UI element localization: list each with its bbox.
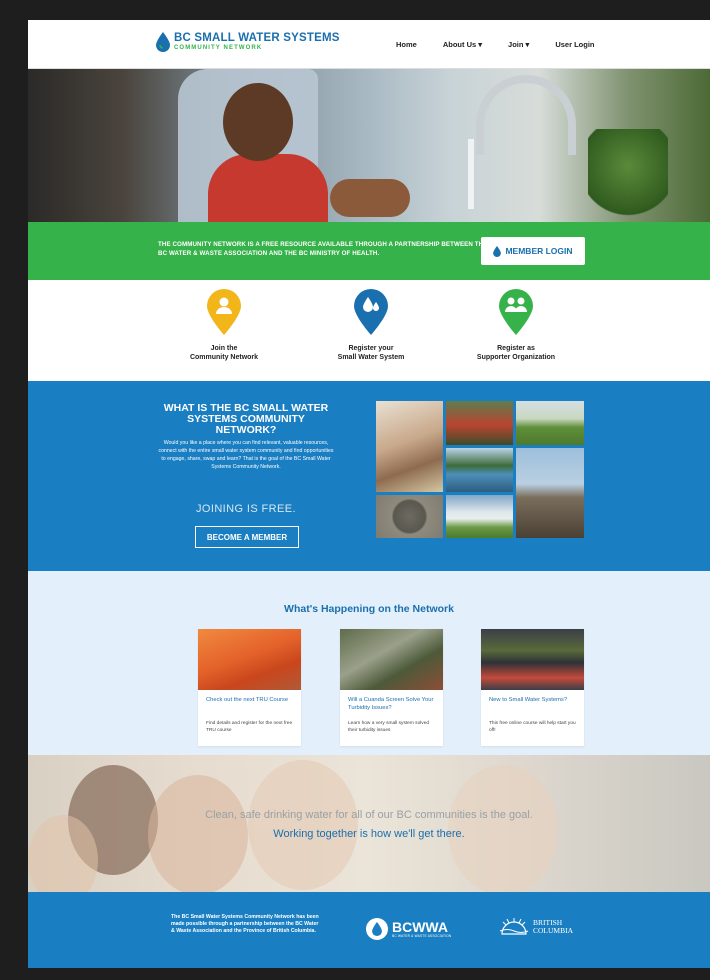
action-icons: Join the Community Network Register your… (28, 280, 710, 381)
news-title: What's Happening on the Network (284, 603, 454, 615)
join-network-link[interactable]: Join the Community Network (164, 288, 284, 362)
member-login-button[interactable]: MEMBER LOGIN (481, 237, 585, 265)
register-supporter-label: Register as Supporter Organization (476, 345, 556, 361)
sun-logo-icon (499, 918, 529, 935)
about-body: Would you like a place where you can fin… (158, 440, 334, 470)
news-card-text: Learn how a very small system solved the… (348, 721, 430, 733)
join-network-label: Join the Community Network (189, 345, 259, 361)
quote-line-1: Clean, safe drinking water for all of ou… (205, 809, 533, 821)
joining-free-text: JOINING IS FREE. (196, 503, 296, 515)
photo-lake (446, 448, 513, 492)
water-drops-icon (354, 289, 388, 335)
nav-links: Home About Us ▾ Join ▾ User Login (396, 40, 620, 49)
hero-image (28, 69, 710, 222)
british-columbia-logo[interactable]: BRITISH COLUMBIA (498, 918, 573, 936)
news-card[interactable]: Check out the next TRU Course Find detai… (198, 629, 301, 746)
top-nav: BC SMALL WATER SYSTEMS COMMUNITY NETWORK… (28, 20, 710, 69)
bcwwa-name: BCWWA (392, 919, 448, 935)
news-card-title[interactable]: Will a Cuanda Screen Solve Your Turbidit… (340, 690, 443, 720)
footer-partnership-text: The BC Small Water Systems Community Net… (171, 914, 319, 934)
footer: The BC Small Water Systems Community Net… (28, 892, 710, 968)
british-columbia-text: BRITISH COLUMBIA (533, 918, 574, 935)
logo-title: BC SMALL WATER SYSTEMS (174, 32, 340, 44)
logo-subtitle: COMMUNITY NETWORK (174, 45, 263, 51)
news-card-image (340, 629, 443, 690)
register-system-label: Register your Small Water System (337, 345, 405, 361)
member-login-label: MEMBER LOGIN (505, 246, 573, 256)
news-card[interactable]: Will a Cuanda Screen Solve Your Turbidit… (340, 629, 443, 746)
news-card-title[interactable]: New to Small Water Systems? (481, 690, 584, 720)
photo-farmland (516, 401, 584, 445)
water-drop-icon (493, 245, 502, 257)
news-card-image (481, 629, 584, 690)
photo-trailer-park (446, 495, 513, 538)
photo-workers (446, 401, 513, 445)
bcwwa-drop-icon (366, 918, 388, 940)
register-supporter-link[interactable]: Register as Supporter Organization (456, 288, 576, 362)
bcwwa-subtitle: BC WATER & WASTE ASSOCIATION (392, 934, 452, 938)
photo-family-kitchen (376, 401, 443, 492)
photo-water-tower (516, 448, 584, 538)
nav-join[interactable]: Join ▾ (508, 40, 529, 49)
quote-banner: Clean, safe drinking water for all of ou… (28, 755, 710, 892)
news-card-text: Find details and register for the next f… (206, 721, 293, 733)
webpage: BC SMALL WATER SYSTEMS COMMUNITY NETWORK… (28, 20, 710, 968)
person-icon (207, 289, 241, 335)
site-logo[interactable]: BC SMALL WATER SYSTEMS COMMUNITY NETWORK (156, 32, 340, 52)
register-system-link[interactable]: Register your Small Water System (311, 288, 431, 362)
photo-collage (376, 401, 584, 538)
water-drop-icon (156, 32, 170, 52)
about-title: WHAT IS THE BC SMALL WATER SYSTEMS COMMU… (163, 402, 329, 436)
photo-manhole (376, 495, 443, 538)
nav-about-us[interactable]: About Us ▾ (443, 40, 482, 49)
bcwwa-logo[interactable]: BCWWA BC WATER & WASTE ASSOCIATION (366, 918, 451, 940)
partnership-text: THE COMMUNITY NETWORK IS A FREE RESOURCE… (158, 241, 488, 257)
partnership-banner: THE COMMUNITY NETWORK IS A FREE RESOURCE… (28, 222, 710, 280)
news-card-text: This free online course will help start … (489, 721, 576, 733)
become-member-button[interactable]: BECOME A MEMBER (195, 526, 299, 548)
news-card-title[interactable]: Check out the next TRU Course (198, 690, 301, 720)
news-section: What's Happening on the Network Check ou… (28, 571, 710, 755)
about-section: WHAT IS THE BC SMALL WATER SYSTEMS COMMU… (28, 381, 710, 571)
news-card-image (198, 629, 301, 690)
nav-user-login[interactable]: User Login (555, 40, 594, 49)
group-icon (499, 289, 533, 335)
news-card[interactable]: New to Small Water Systems? This free on… (481, 629, 584, 746)
quote-line-2: Working together is how we'll get there. (273, 828, 465, 840)
nav-home[interactable]: Home (396, 40, 417, 49)
